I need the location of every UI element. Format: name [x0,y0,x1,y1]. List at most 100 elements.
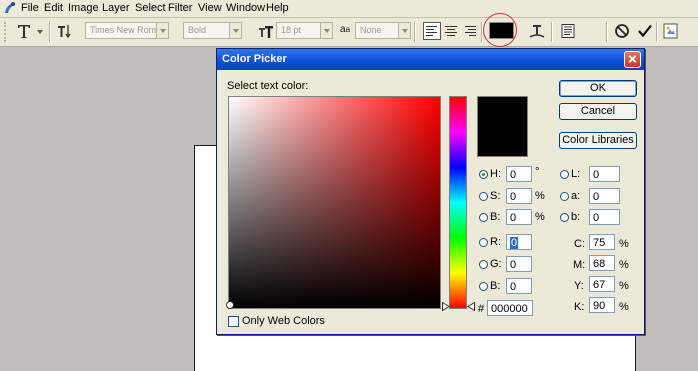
antialias-value: None [360,25,382,35]
saturation-unit: % [535,190,545,202]
toolbar-separator [656,22,658,42]
blue-field[interactable]: 0 [506,278,532,294]
font-family-select[interactable]: Times New Roman [85,22,169,39]
hue-label: H: [490,168,501,180]
lab-l-radio[interactable] [560,170,569,179]
black-label: K: [574,301,585,313]
photoshop-logo-icon[interactable] [3,1,17,15]
green-field[interactable]: 0 [506,256,532,272]
hue-slider-right-triangle-icon[interactable] [467,302,475,311]
green-radio[interactable] [479,260,488,269]
brightness-unit: % [535,211,545,223]
menu-edit[interactable]: Edit [44,2,63,14]
antialias-select[interactable]: None [355,22,411,39]
toolbar-grip[interactable] [4,22,14,42]
color-libraries-button[interactable]: Color Libraries [559,132,637,149]
red-field-value: 0 [510,237,519,249]
font-size-value: 18 pt [281,25,302,35]
align-left-button[interactable] [423,22,441,40]
cyan-label: C: [574,238,585,250]
saturation-field[interactable]: 0 [506,188,532,204]
lab-l-label: L: [571,168,581,180]
only-web-colors-checkbox[interactable] [228,316,239,327]
toolbar-separator [414,22,416,42]
brightness-radio[interactable] [479,213,488,222]
menu-file[interactable]: File [21,2,39,14]
brightness-label: B: [490,211,501,223]
brightness-field[interactable]: 0 [506,209,532,225]
menu-image[interactable]: Image [68,2,99,14]
saturation-radio[interactable] [479,192,488,201]
black-unit: % [619,301,629,313]
lab-l-field[interactable]: 0 [589,166,620,182]
hue-unit: ° [535,166,540,178]
font-style-value: Bold [188,25,207,35]
font-style-select[interactable]: Bold [183,22,242,39]
color-field[interactable] [228,96,441,309]
align-right-button[interactable] [462,23,478,39]
ok-button[interactable]: OK [559,80,637,97]
file-browser-icon[interactable] [662,22,680,40]
warp-text-icon[interactable] [528,22,546,40]
yellow-unit: % [619,280,629,292]
chevron-down-icon[interactable] [229,23,241,38]
align-center-button[interactable] [443,23,459,39]
close-icon[interactable] [624,51,641,68]
hue-slider[interactable] [449,96,467,309]
lab-b-radio[interactable] [560,213,569,222]
menu-layer[interactable]: Layer [102,2,130,14]
hue-field[interactable]: 0 [506,166,532,182]
lab-a-label: a: [571,190,581,202]
menu-help[interactable]: Help [266,2,289,14]
hex-field[interactable]: 000000 [487,300,533,316]
text-orientation-icon[interactable] [57,23,73,39]
toolbar-separator [551,22,553,42]
lab-a-radio[interactable] [560,192,569,201]
only-web-colors-label[interactable]: Only Web Colors [242,315,325,327]
hue-radio[interactable] [479,170,488,179]
font-size-icon [259,26,273,38]
blue-label: B: [490,280,501,292]
current-color-swatch[interactable] [477,126,528,157]
chevron-down-icon[interactable] [156,23,168,38]
red-radio[interactable] [479,238,488,247]
lab-b-field[interactable]: 0 [589,209,620,225]
menu-view[interactable]: View [198,2,222,14]
chevron-down-icon[interactable] [320,23,332,38]
red-label: R: [490,236,501,248]
font-family-value: Times New Roman [90,25,167,35]
cyan-field[interactable]: 75 [589,234,615,250]
yellow-field[interactable]: 67 [589,276,615,292]
menu-bar: File Edit Image Layer Select Filter View… [0,0,698,18]
tool-preset-arrow-icon[interactable] [37,30,43,34]
type-tool-icon[interactable] [16,23,34,40]
blue-radio[interactable] [479,282,488,291]
menu-filter[interactable]: Filter [168,2,192,14]
palettes-icon[interactable] [560,23,576,39]
hue-slider-left-triangle-icon[interactable] [442,302,450,311]
cyan-unit: % [619,238,629,250]
highlight-circle [483,13,517,47]
antialias-icon-letter-small: a [345,25,351,34]
menu-select[interactable]: Select [135,2,166,14]
red-field[interactable]: 0 [506,234,532,250]
cancel-icon[interactable] [614,23,630,39]
commit-check-icon[interactable] [637,23,653,39]
lab-b-label: b: [571,211,581,223]
green-label: G: [490,258,502,270]
dialog-titlebar[interactable]: Color Picker [217,49,644,70]
font-size-select[interactable]: 18 pt [276,22,333,39]
magenta-label: M: [573,259,586,271]
antialias-icon: aa [340,24,350,35]
dialog-title: Color Picker [222,53,287,65]
magenta-field[interactable]: 68 [589,255,615,271]
menu-window[interactable]: Window [226,2,265,14]
cancel-button[interactable]: Cancel [559,103,637,120]
magenta-unit: % [619,259,629,271]
lab-a-field[interactable]: 0 [589,188,620,204]
toolbar-separator [606,22,608,42]
chevron-down-icon[interactable] [398,23,410,38]
black-field[interactable]: 90 [589,297,615,313]
color-field-cursor[interactable] [226,301,234,309]
color-picker-dialog: Color Picker Select text color: OK Cance… [216,48,645,335]
